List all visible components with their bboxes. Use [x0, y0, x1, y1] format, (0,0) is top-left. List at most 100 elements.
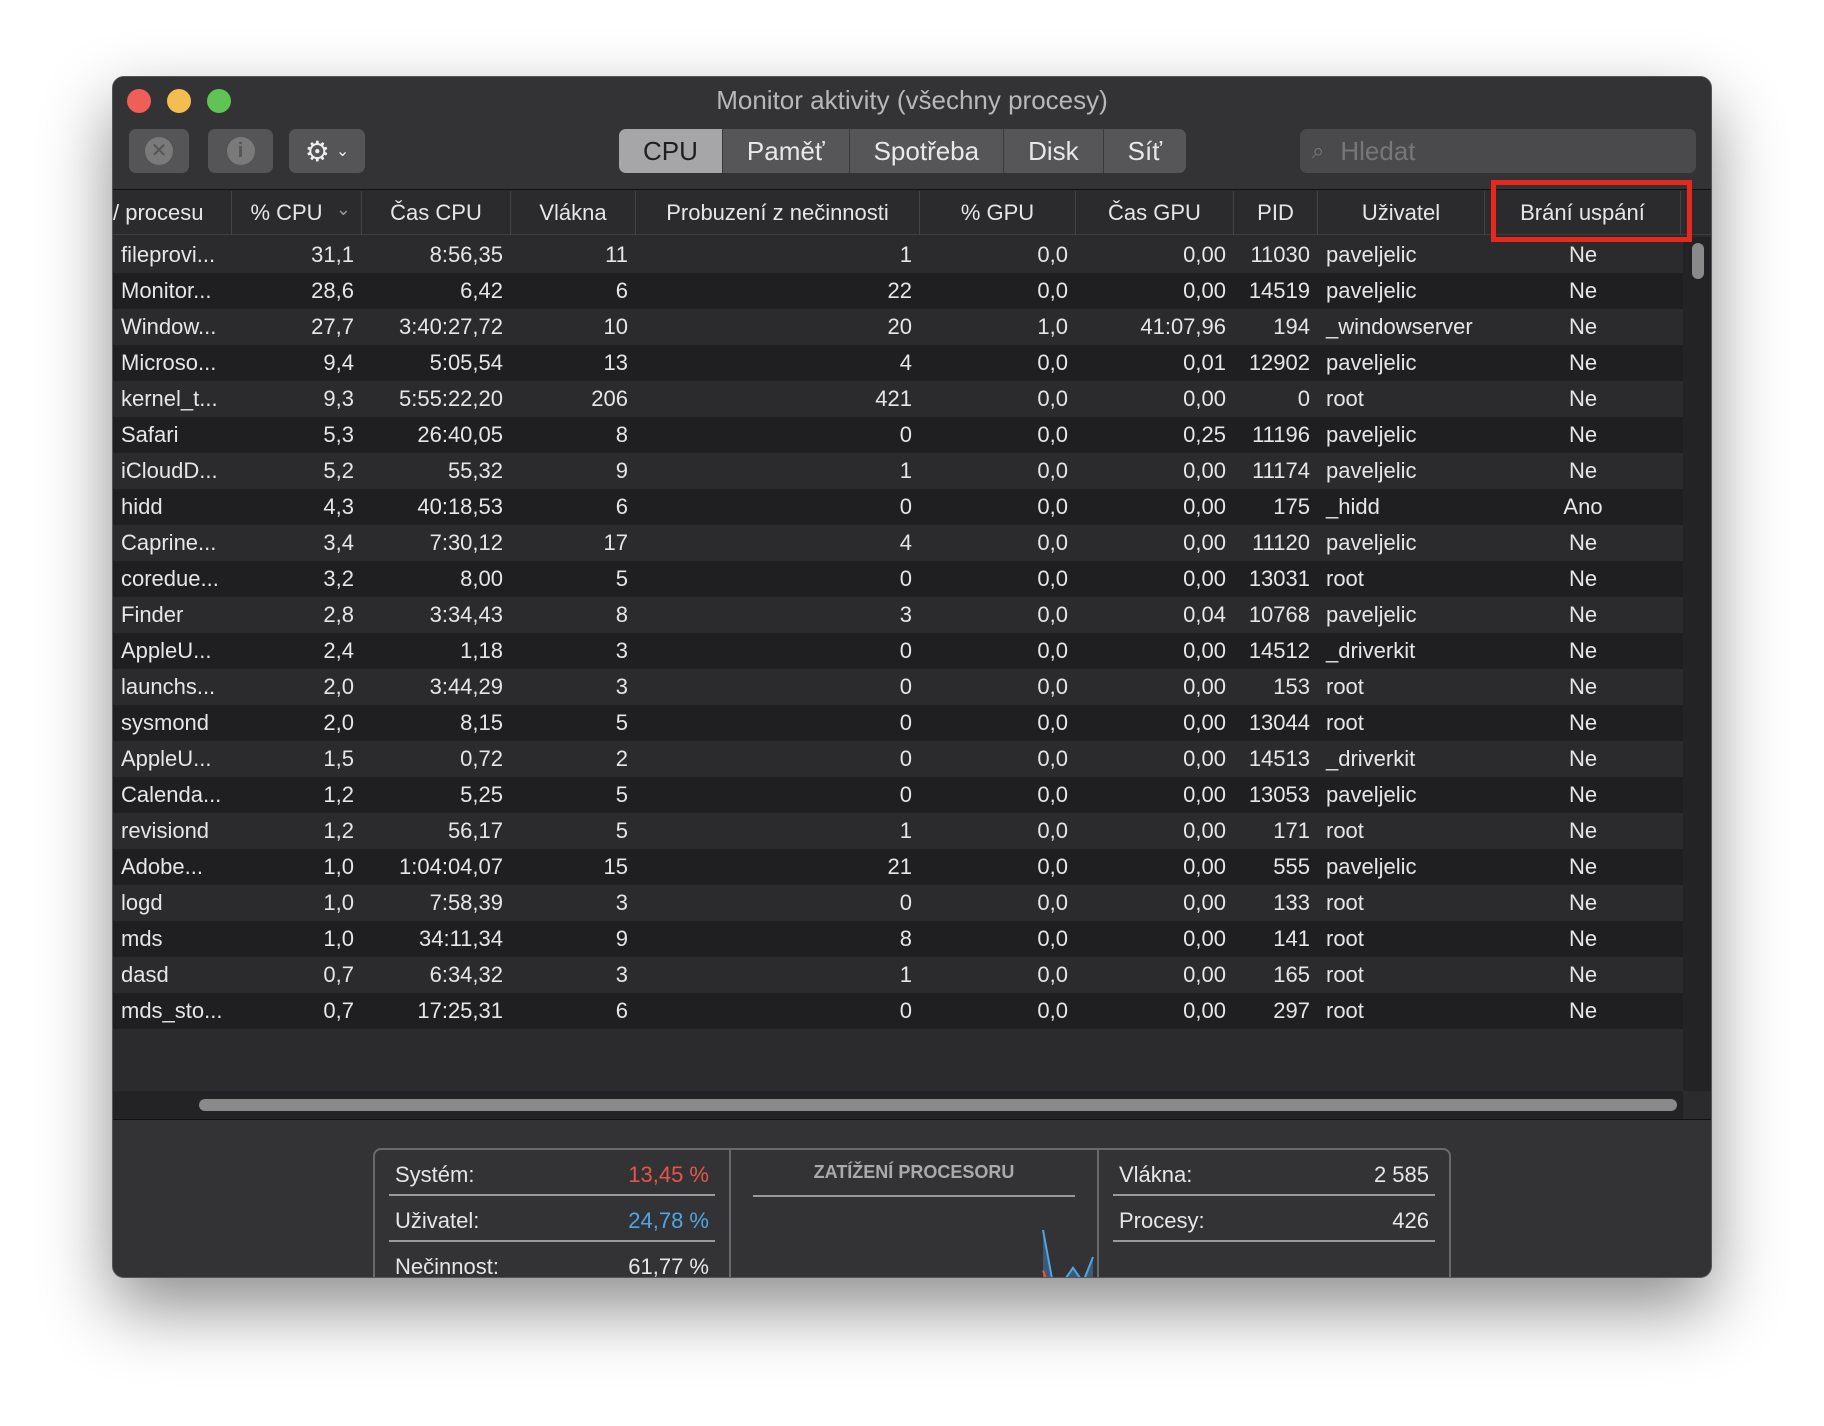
- cell-gpu-percent: 0,0: [1037, 674, 1068, 699]
- cell-gpu-percent: 0,0: [1037, 746, 1068, 771]
- tab-network[interactable]: Síť: [1104, 129, 1186, 173]
- cell-cpu-percent: 9,3: [323, 386, 354, 411]
- cell-idle-wakeups: 0: [899, 890, 912, 915]
- column-header-gpu-time[interactable]: Čas GPU: [1076, 191, 1234, 235]
- cell-process-name: revisiond: [121, 818, 210, 843]
- table-row[interactable]: revisiond 1,2 56,17 5 1 0,0 0,00 171 root Ne: [113, 813, 1683, 849]
- cpu-summary: Systém: 13,45 % Uživatel: 24,78 % Nečinnos…: [373, 1148, 1451, 1278]
- search-placeholder: Hledat: [1340, 135, 1416, 166]
- column-header-process-name[interactable]: / procesu: [113, 191, 232, 235]
- cell-cpu-time: 3:34,43: [429, 602, 503, 627]
- table-row[interactable]: iCloudD... 5,2 55,32 9 1 0,0 0,00 11174 paveljel…: [113, 453, 1683, 489]
- horizontal-scrollbar[interactable]: [113, 1091, 1683, 1119]
- cell-pid: 141: [1273, 926, 1310, 951]
- tab-disk[interactable]: Disk: [1004, 129, 1104, 173]
- user-label: Uživatel:: [395, 1208, 480, 1233]
- tab-memory[interactable]: Paměť: [723, 129, 850, 173]
- column-header-pid[interactable]: PID: [1234, 191, 1318, 235]
- cell-preventing-sleep: Ne: [1568, 314, 1598, 339]
- cell-pid: 297: [1273, 998, 1310, 1023]
- system-value: 13,45 %: [628, 1162, 709, 1187]
- cell-cpu-time: 1,18: [460, 638, 503, 663]
- cell-threads: 3: [615, 890, 628, 915]
- column-header-cpu-percent[interactable]: % CPU ⌄: [232, 191, 362, 235]
- table-header: / procesu% CPU ⌄ Čas CPU Vlákna Probuzení z …: [113, 191, 1711, 235]
- info-button[interactable]: i: [208, 129, 273, 173]
- cell-idle-wakeups: 0: [899, 710, 912, 735]
- cell-idle-wakeups: 1: [899, 458, 912, 483]
- cell-process-name: logd: [121, 890, 163, 915]
- cell-threads: 11: [605, 242, 628, 267]
- column-header-gpu-percent[interactable]: % GPU: [920, 191, 1076, 235]
- table-row[interactable]: mds_sto... 0,7 17:25,31 6 0 0,0 0,00 297 root Ne: [113, 993, 1683, 1029]
- tab-energy[interactable]: Spotřeba: [850, 129, 1005, 173]
- cell-pid: 11030: [1250, 242, 1310, 267]
- cell-threads: 3: [615, 638, 628, 663]
- cell-idle-wakeups: 3: [899, 602, 912, 627]
- cell-cpu-time: 3:44,29: [429, 674, 503, 699]
- cell-preventing-sleep: Ne: [1568, 998, 1598, 1023]
- cell-gpu-time: 0,00: [1183, 746, 1226, 771]
- vertical-scroll-thumb[interactable]: [1692, 243, 1704, 279]
- cell-cpu-percent: 31,1: [311, 242, 354, 267]
- cell-gpu-time: 0,00: [1183, 782, 1226, 807]
- table-row[interactable]: AppleU... 1,5 0,72 2 0 0,0 0,00 14513 _driverkit…: [113, 741, 1683, 777]
- cell-cpu-percent: 2,0: [323, 710, 354, 735]
- cell-pid: 0: [1297, 386, 1310, 411]
- search-icon: ⌕: [1312, 138, 1325, 163]
- table-row[interactable]: Calenda... 1,2 5,25 5 0 0,0 0,00 13053 paveljeli…: [113, 777, 1683, 813]
- cell-process-name: Safari: [121, 422, 179, 447]
- table-row[interactable]: Monitor... 28,6 6,42 6 22 0,0 0,00 14519 pavelje…: [113, 273, 1683, 309]
- cell-pid: 13053: [1248, 782, 1310, 807]
- table-row[interactable]: dasd 0,7 6:34,32 3 1 0,0 0,00 165 root Ne: [113, 957, 1683, 993]
- cell-cpu-percent: 27,7: [311, 314, 354, 339]
- search-input[interactable]: ⌕ Hledat: [1300, 129, 1696, 173]
- cell-process-name: kernel_t...: [121, 386, 218, 411]
- cell-process-name: fileprovi...: [121, 242, 216, 267]
- table-row[interactable]: Adobe... 1,0 1:04:04,07 15 21 0,0 0,00 555 pavel…: [113, 849, 1683, 885]
- cell-pid: 11196: [1252, 422, 1310, 447]
- table-row[interactable]: launchs... 2,0 3:44,29 3 0 0,0 0,00 153 root Ne: [113, 669, 1683, 705]
- cell-idle-wakeups: 21: [887, 854, 912, 879]
- cell-cpu-percent: 2,8: [323, 602, 354, 627]
- column-header-cpu-time[interactable]: Čas CPU: [362, 191, 511, 235]
- cell-cpu-time: 8,15: [460, 710, 503, 735]
- table-row[interactable]: fileprovi... 31,1 8:56,35 11 1 0,0 0,00 11030 pa…: [113, 237, 1683, 273]
- column-header-threads[interactable]: Vlákna: [511, 191, 636, 235]
- table-row[interactable]: logd 1,0 7:58,39 3 0 0,0 0,00 133 root Ne: [113, 885, 1683, 921]
- table-row[interactable]: kernel_t... 9,3 5:55:22,20 206 421 0,0 0,00 0 ro…: [113, 381, 1683, 417]
- cell-preventing-sleep: Ne: [1568, 350, 1598, 375]
- table-row[interactable]: Microso... 9,4 5:05,54 13 4 0,0 0,01 12902 pavel…: [113, 345, 1683, 381]
- table-row[interactable]: Finder 2,8 3:34,43 8 3 0,0 0,04 10768 paveljelic…: [113, 597, 1683, 633]
- table-row[interactable]: Safari 5,3 26:40,05 8 0 0,0 0,25 11196 paveljeli…: [113, 417, 1683, 453]
- cell-user: paveljelic: [1326, 242, 1417, 267]
- horizontal-scroll-thumb[interactable]: [199, 1099, 1677, 1111]
- vertical-scrollbar[interactable]: [1683, 237, 1711, 1091]
- table-row[interactable]: mds 1,0 34:11,34 9 8 0,0 0,00 141 root Ne: [113, 921, 1683, 957]
- table-row[interactable]: coredue... 3,2 8,00 5 0 0,0 0,00 13031 root Ne: [113, 561, 1683, 597]
- column-header-idle-wakeups[interactable]: Probuzení z nečinnosti: [636, 191, 920, 235]
- idle-value: 61,77 %: [628, 1254, 709, 1278]
- table-row[interactable]: AppleU... 2,4 1,18 3 0 0,0 0,00 14512 _driverkit…: [113, 633, 1683, 669]
- column-header-user[interactable]: Uživatel: [1318, 191, 1485, 235]
- cell-idle-wakeups: 22: [887, 278, 912, 303]
- cell-cpu-time: 55,32: [447, 458, 503, 483]
- cell-pid: 10768: [1248, 602, 1310, 627]
- threads-value: 2 585: [1373, 1162, 1429, 1187]
- cell-threads: 13: [603, 350, 628, 375]
- table-row[interactable]: Caprine... 3,4 7:30,12 17 4 0,0 0,00 11120 pavel…: [113, 525, 1683, 561]
- table-row[interactable]: hidd 4,3 40:18,53 6 0 0,0 0,00 175 _hidd Ano: [113, 489, 1683, 525]
- table-row[interactable]: Window... 27,7 3:40:27,72 10 20 1,0 41:07,96 19…: [113, 309, 1683, 345]
- tab-cpu[interactable]: CPU: [619, 129, 723, 173]
- table-row[interactable]: sysmond 2,0 8,15 5 0 0,0 0,00 13044 root Ne: [113, 705, 1683, 741]
- cell-threads: 8: [615, 422, 628, 447]
- stop-process-button[interactable]: ✕: [129, 129, 189, 173]
- cell-cpu-percent: 2,0: [323, 674, 354, 699]
- cell-cpu-percent: 1,5: [323, 746, 354, 771]
- cell-gpu-percent: 0,0: [1037, 494, 1068, 519]
- cell-threads: 6: [615, 278, 628, 303]
- cell-threads: 8: [615, 602, 628, 627]
- cell-preventing-sleep: Ne: [1568, 242, 1598, 267]
- cell-gpu-time: 0,00: [1183, 926, 1226, 951]
- action-menu-button[interactable]: ⚙ ⌄: [289, 129, 365, 173]
